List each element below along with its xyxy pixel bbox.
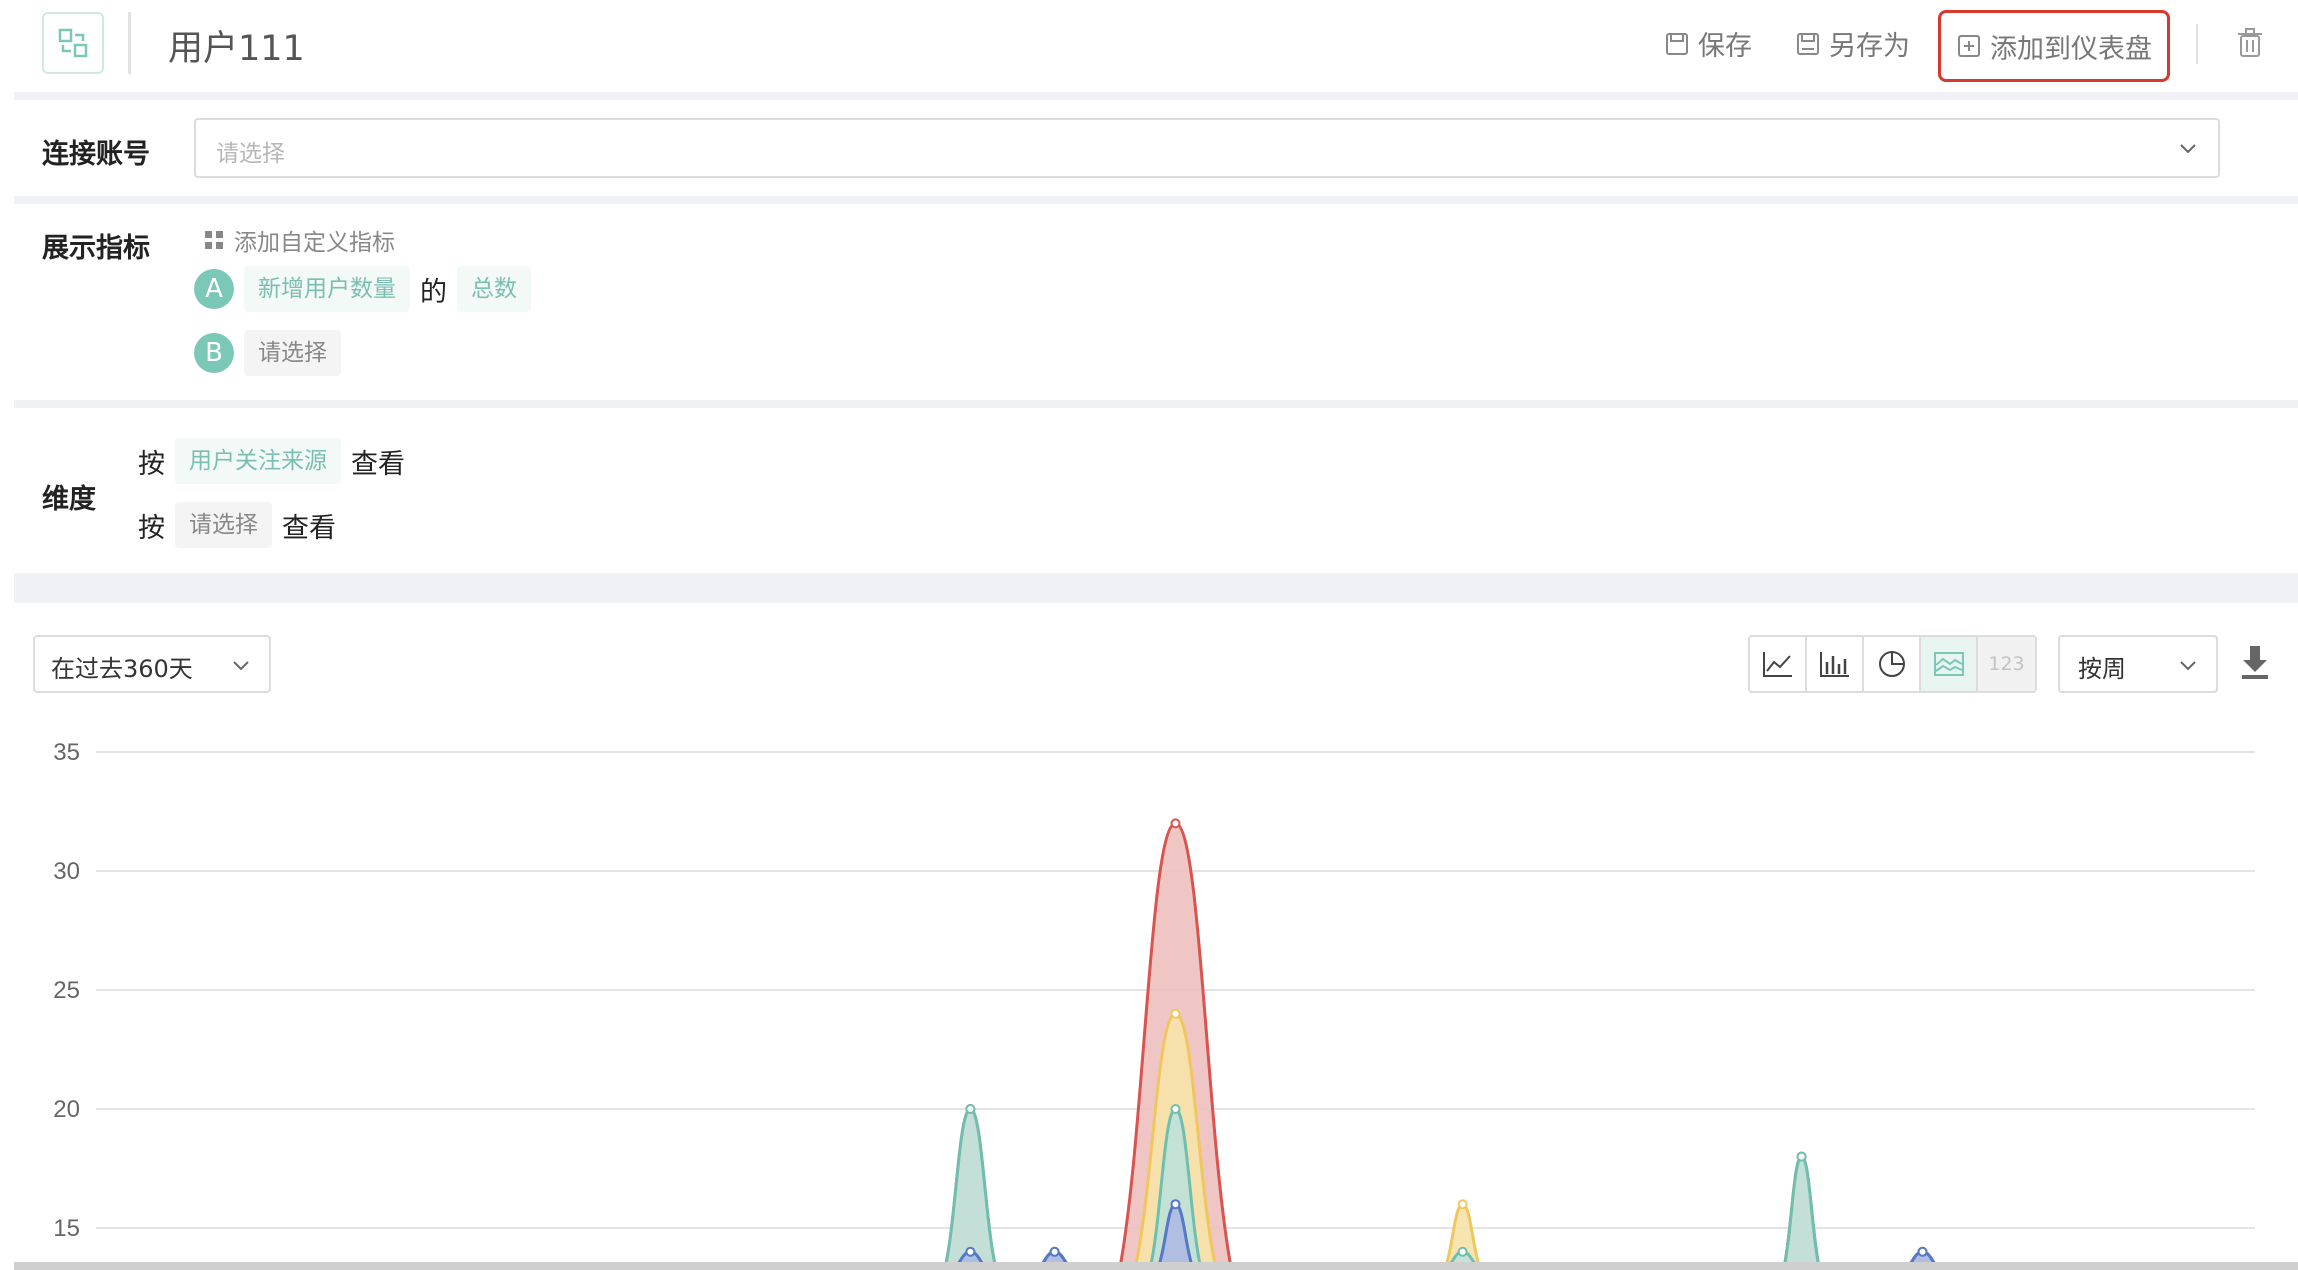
dimension-suffix: 查看 <box>282 512 336 544</box>
header-divider-right <box>2196 24 2198 64</box>
chart-type-bar[interactable] <box>1807 637 1864 691</box>
chevron-down-icon <box>2180 661 2196 671</box>
y-tick-label: 30 <box>53 858 80 885</box>
granularity-select[interactable]: 按周 <box>2058 635 2218 693</box>
dimension-select[interactable]: 请选择 <box>175 502 272 548</box>
bottom-scroll-shadow <box>14 1262 2298 1270</box>
area-chart: 35 30 25 20 15 <box>53 739 2255 1270</box>
report-icon-button[interactable] <box>42 12 104 74</box>
report-icon <box>58 28 88 58</box>
account-label: 连接账号 <box>42 139 150 170</box>
add-to-dashboard-icon <box>1958 35 1980 57</box>
data-point[interactable] <box>1170 1104 1181 1114</box>
page-header: 用户111 保存 另存为 添加到仪表盘 <box>0 0 2298 92</box>
area-peak-teal <box>1781 1155 1822 1270</box>
chart-type-switcher: 123 <box>1748 635 2037 693</box>
dimension-select[interactable]: 用户关注来源 <box>175 438 341 484</box>
header-divider <box>128 12 131 74</box>
area-peak-teal <box>943 1107 998 1270</box>
data-point[interactable] <box>1170 1008 1181 1019</box>
y-tick-label: 15 <box>53 1215 80 1242</box>
bar-chart-icon <box>1819 652 1849 677</box>
dimension-suffix: 查看 <box>351 448 405 480</box>
date-range-value: 在过去360天 <box>51 655 193 683</box>
account-select-placeholder: 请选择 <box>216 141 285 167</box>
y-tick-label: 35 <box>53 739 80 766</box>
data-point[interactable] <box>1457 1199 1468 1210</box>
save-label: 保存 <box>1698 31 1752 62</box>
data-point[interactable] <box>1170 818 1181 829</box>
chevron-down-icon <box>2180 144 2196 154</box>
date-range-select[interactable]: 在过去360天 <box>33 635 271 693</box>
grid-icon <box>205 231 223 249</box>
pie-chart-icon <box>1878 651 1905 677</box>
add-to-dashboard-label: 添加到仪表盘 <box>1990 33 2152 65</box>
chart-type-pie[interactable] <box>1864 637 1921 691</box>
metric-field-select[interactable]: 新增用户数量 <box>244 266 410 312</box>
metric-field-select[interactable]: 请选择 <box>244 330 341 376</box>
add-to-dashboard-button[interactable]: 添加到仪表盘 <box>1938 10 2170 82</box>
dimension-prefix: 按 <box>138 512 165 544</box>
y-tick-label: 20 <box>53 1096 80 1123</box>
chart-type-number[interactable]: 123 <box>1978 637 2035 691</box>
save-as-button[interactable]: 另存为 <box>1795 24 1910 63</box>
save-as-label: 另存为 <box>1829 31 1910 62</box>
y-tick-label: 25 <box>53 977 80 1004</box>
save-as-icon <box>1797 32 1819 55</box>
chart-type-line[interactable] <box>1750 637 1807 691</box>
line-chart-icon <box>1762 652 1792 677</box>
section-divider <box>14 196 2298 204</box>
download-icon <box>2242 646 2268 679</box>
dimension-prefix: 按 <box>138 448 165 480</box>
save-button[interactable]: 保存 <box>1664 24 1752 63</box>
delete-button[interactable] <box>2236 28 2264 62</box>
section-divider <box>14 400 2298 408</box>
area-chart-icon <box>1933 652 1964 676</box>
data-point[interactable] <box>965 1104 976 1114</box>
data-point[interactable] <box>965 1246 976 1257</box>
granularity-value: 按周 <box>2078 655 2126 683</box>
number-icon: 123 <box>1988 653 2025 675</box>
metric-row-b: B 请选择 <box>194 330 341 376</box>
data-point[interactable] <box>1917 1246 1928 1257</box>
metric-row-a: A 新增用户数量 的 总数 <box>194 266 531 312</box>
save-icon <box>1666 32 1688 55</box>
metric-letter-badge: A <box>194 269 234 309</box>
account-select[interactable]: 请选择 <box>194 118 2220 178</box>
data-point[interactable] <box>1049 1246 1060 1257</box>
page-title: 用户111 <box>168 29 305 69</box>
chart-series-layer <box>943 818 1944 1270</box>
dimension-row-1: 按 用户关注来源 查看 <box>138 438 405 484</box>
data-point[interactable] <box>1796 1151 1807 1162</box>
metric-connector: 的 <box>420 276 447 308</box>
chevron-down-icon <box>233 661 249 671</box>
download-button[interactable] <box>2240 644 2270 684</box>
metric-aggregation-select[interactable]: 总数 <box>457 266 531 312</box>
metrics-label: 展示指标 <box>42 233 150 264</box>
data-point[interactable] <box>1170 1199 1181 1210</box>
section-divider <box>14 573 2298 603</box>
section-divider <box>14 92 2298 100</box>
add-custom-metric-label: 添加自定义指标 <box>234 230 395 256</box>
data-point[interactable] <box>1457 1246 1468 1257</box>
trash-icon <box>2238 28 2262 57</box>
chart-type-area[interactable] <box>1921 637 1978 691</box>
dimension-row-2: 按 请选择 查看 <box>138 502 336 548</box>
dimension-label: 维度 <box>42 484 96 515</box>
add-custom-metric-button[interactable]: 添加自定义指标 <box>204 223 395 257</box>
metric-letter-badge: B <box>194 333 234 373</box>
